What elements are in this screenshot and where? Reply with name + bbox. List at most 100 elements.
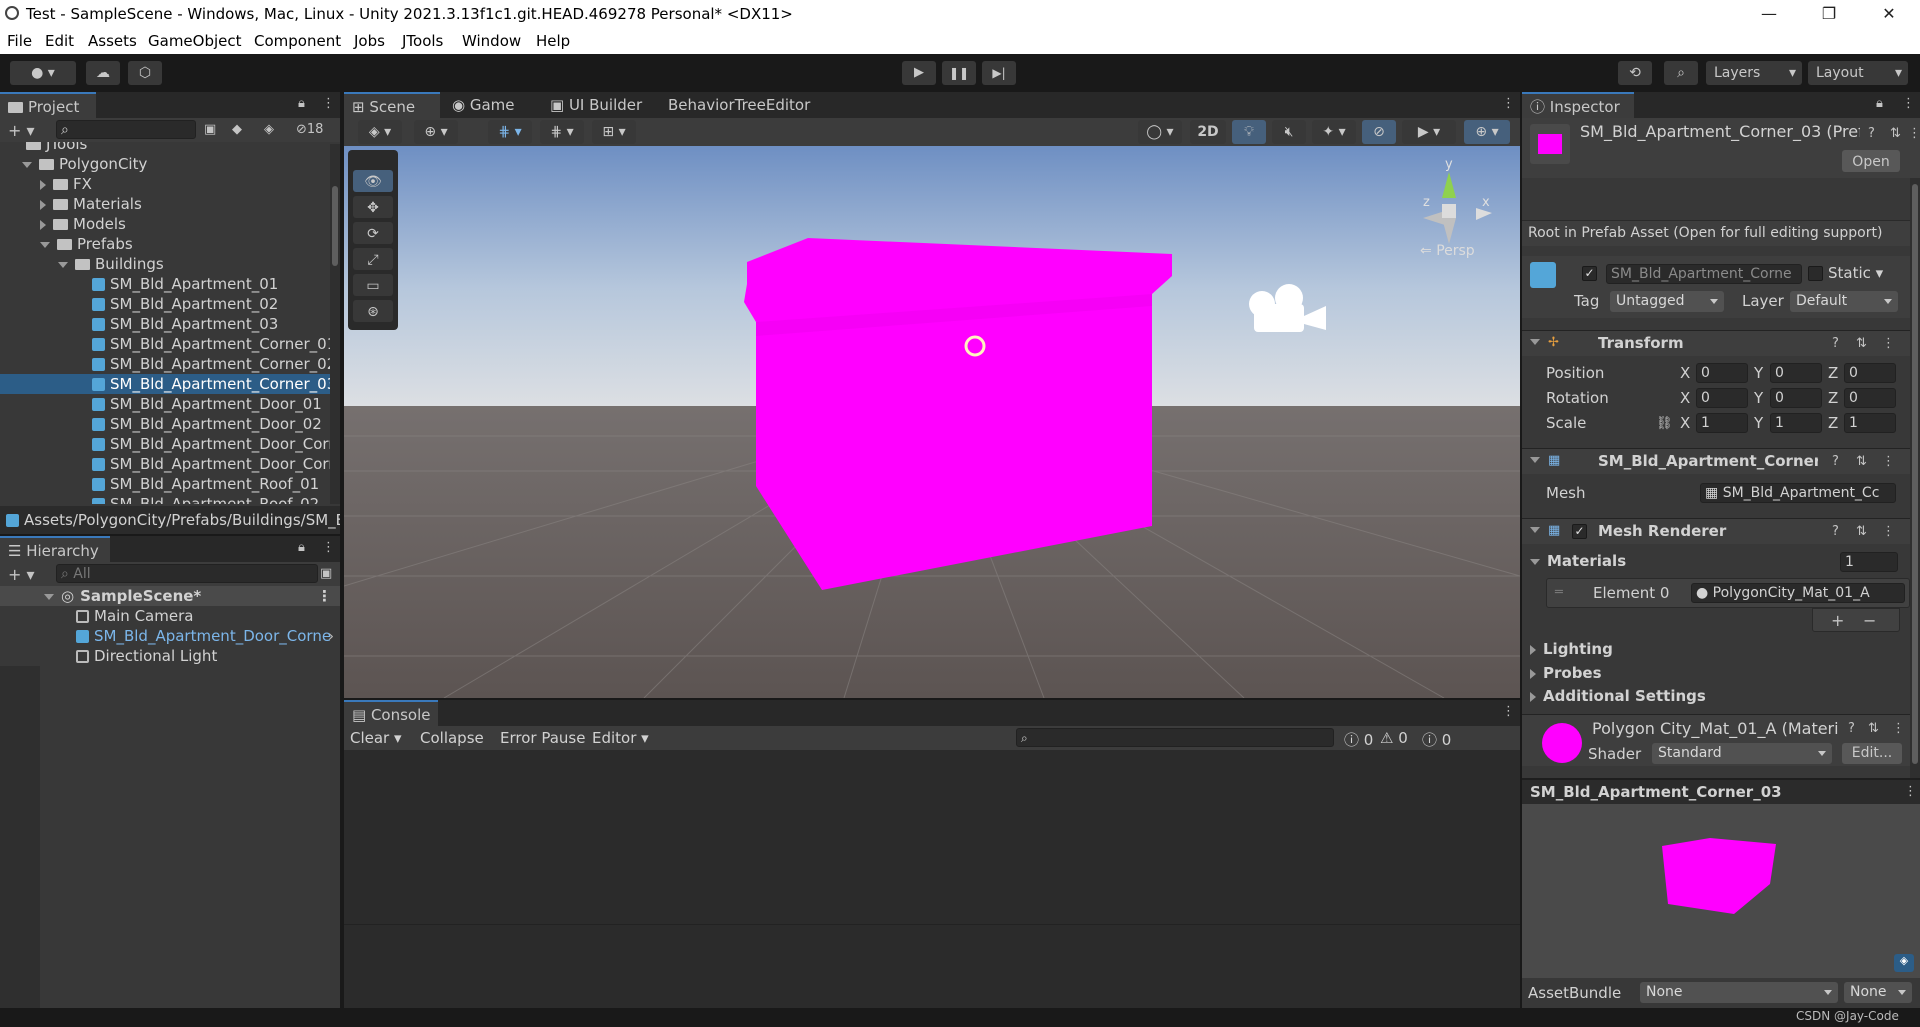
mesh-field[interactable]: ▦ SM_Bld_Apartment_Cc xyxy=(1700,483,1896,503)
2d-toggle[interactable]: 2D xyxy=(1190,120,1226,144)
menu-jtools[interactable]: JTools xyxy=(402,32,443,50)
rect-tool-icon[interactable]: ▭ xyxy=(353,274,393,296)
menu-gameobject[interactable]: GameObject xyxy=(148,32,242,50)
help-icon[interactable]: ? xyxy=(1868,126,1875,141)
hierarchy-item[interactable]: SM_Bld_Apartment_Door_Corne › xyxy=(76,626,340,646)
tree-item[interactable]: Materials xyxy=(40,194,142,214)
prefab-list-item[interactable]: SM_Bld_Apartment_01 xyxy=(0,274,330,294)
active-checkbox[interactable]: ✓ xyxy=(1582,266,1597,281)
menu-edit[interactable]: Edit xyxy=(45,32,74,50)
lighting-foldout[interactable]: Lighting xyxy=(1530,640,1613,658)
prefab-list-item[interactable]: SM_Bld_Apartment_Roof_02 xyxy=(0,494,330,504)
static-checkbox[interactable] xyxy=(1808,266,1823,281)
edit-shader-button[interactable]: Edit... xyxy=(1842,743,1902,764)
log-count-button[interactable]: ⓘ 0 xyxy=(1344,729,1373,750)
prefab-list-item[interactable]: SM_Bld_Apartment_Corner_02 xyxy=(0,354,330,374)
inspector-scrollbar[interactable] xyxy=(1910,178,1920,778)
tab-game[interactable]: ◉ Game xyxy=(444,92,523,118)
tab-scene[interactable]: ⊞ Scene xyxy=(344,92,440,118)
scene-root-row[interactable]: ◎ SampleScene* ⋮ xyxy=(0,586,340,606)
project-scrollbar[interactable] xyxy=(330,144,340,504)
drag-handle-icon[interactable]: ═ xyxy=(1555,585,1563,600)
more-icon[interactable]: ⋮ xyxy=(322,96,335,111)
material-field[interactable]: ● PolygonCity_Mat_01_A xyxy=(1691,583,1905,603)
layers-dropdown[interactable]: Layers ▾ xyxy=(1706,61,1802,85)
tag-icon[interactable]: ◈ xyxy=(264,122,274,137)
move-tool-icon[interactable]: ✥ xyxy=(353,196,393,218)
open-button[interactable]: Open xyxy=(1842,150,1900,172)
pause-button[interactable]: ❚❚ xyxy=(942,61,976,85)
assetbundle-dropdown[interactable]: None xyxy=(1640,982,1838,1003)
global-toggle[interactable]: ⊕ ▾ xyxy=(414,120,458,144)
view-tool-icon[interactable]: 👁︎ xyxy=(353,170,393,192)
menu-assets[interactable]: Assets xyxy=(88,32,137,50)
scale-y-field[interactable]: 1 xyxy=(1770,413,1822,433)
console-search-input[interactable]: ⌕ xyxy=(1016,728,1334,747)
account-button[interactable]: ● ▾ xyxy=(10,61,76,85)
transform-tool-icon[interactable]: ⊛ xyxy=(353,300,393,322)
scene-viewport[interactable]: y x z ⇐ Persp 👁︎ ✥ ⟳ ⤢ ▭ ⊛ xyxy=(344,146,1520,698)
project-search-input[interactable]: ⌕ xyxy=(56,120,196,139)
layout-dropdown[interactable]: Layout ▾ xyxy=(1808,61,1908,85)
warning-count-button[interactable]: ⚠ 0 xyxy=(1380,729,1408,747)
layer-dropdown[interactable]: Default xyxy=(1790,291,1898,312)
preview-header[interactable]: SM_Bld_Apartment_Corner_03 ⋮ xyxy=(1522,778,1920,804)
tab-ui-builder[interactable]: ▣ UI Builder xyxy=(542,92,650,118)
hierarchy-item[interactable]: Directional Light xyxy=(76,646,217,666)
menu-window[interactable]: Window xyxy=(462,32,521,50)
more-icon[interactable]: ⋮ xyxy=(1892,721,1905,736)
hierarchy-search-input[interactable]: ⌕ All xyxy=(56,564,318,583)
mesh-filter-header[interactable]: ▦ SM_Bld_Apartment_Corner_0: ? ⇅ ⋮ xyxy=(1522,448,1920,474)
collab-icon[interactable]: ⬡ xyxy=(128,61,162,85)
scroll-thumb[interactable] xyxy=(332,186,338,266)
tree-item[interactable]: FX xyxy=(40,174,92,194)
prefab-list-item[interactable]: SM_Bld_Apartment_Roof_01 xyxy=(0,474,330,494)
help-icon[interactable]: ? xyxy=(1848,721,1855,736)
static-dropdown[interactable]: Static ▾ xyxy=(1828,264,1883,282)
lighting-toggle-icon[interactable]: 💡︎ xyxy=(1232,120,1266,144)
prefab-list-item[interactable]: SM_Bld_Apartment_02 xyxy=(0,294,330,314)
more-icon[interactable]: ⋮ xyxy=(1882,524,1895,539)
tab-behaviortreeeditor[interactable]: BehaviorTreeEditor xyxy=(660,92,818,118)
more-icon[interactable]: ⋮ xyxy=(1908,126,1920,141)
cloud-icon[interactable]: ☁ xyxy=(86,61,120,85)
clear-button[interactable]: Clear ▾ xyxy=(350,729,402,747)
lock-icon[interactable]: 🔒︎ xyxy=(298,540,305,555)
tree-item[interactable]: Prefabs xyxy=(40,234,133,254)
settings-icon[interactable]: ⇅ xyxy=(1890,126,1901,141)
preset-icon[interactable]: ⇅ xyxy=(1856,454,1867,469)
position-y-field[interactable]: 0 xyxy=(1770,363,1822,383)
hidden-objects-icon[interactable]: ⊘ xyxy=(1362,120,1396,144)
preset-icon[interactable]: ⇅ xyxy=(1856,336,1867,351)
step-button[interactable]: ▶| xyxy=(982,61,1016,85)
shading-mode-dropdown[interactable]: ◯ ▾ xyxy=(1138,120,1182,144)
add-element-button[interactable]: + xyxy=(1831,611,1844,630)
assetbundle-variant-dropdown[interactable]: None xyxy=(1844,982,1912,1003)
menu-jobs[interactable]: Jobs xyxy=(354,32,385,50)
position-x-field[interactable]: 0 xyxy=(1696,363,1748,383)
menu-help[interactable]: Help xyxy=(536,32,570,50)
collapse-button[interactable]: Collapse xyxy=(420,729,484,747)
preview-area[interactable]: ◈ xyxy=(1522,804,1920,978)
help-icon[interactable]: ? xyxy=(1832,454,1839,469)
tag-dropdown[interactable]: Untagged xyxy=(1610,291,1724,312)
scale-x-field[interactable]: 1 xyxy=(1696,413,1748,433)
scale-z-field[interactable]: 1 xyxy=(1844,413,1896,433)
shader-dropdown[interactable]: Standard xyxy=(1652,743,1832,764)
more-icon[interactable]: ⋮ xyxy=(1904,784,1917,799)
prefab-list-item[interactable]: SM_Bld_Apartment_Door_Corn xyxy=(0,434,330,454)
rotation-y-field[interactable]: 0 xyxy=(1770,388,1822,408)
tab-console[interactable]: ▤ Console xyxy=(344,700,438,726)
prefab-list-item[interactable]: SM_Bld_Apartment_Door_02 xyxy=(0,414,330,434)
error-pause-button[interactable]: Error Pause xyxy=(500,729,585,747)
rotation-z-field[interactable]: 0 xyxy=(1844,388,1896,408)
additional-settings-foldout[interactable]: Additional Settings xyxy=(1530,687,1706,705)
filter-label-icon[interactable]: ◆ xyxy=(232,122,242,137)
search-icon[interactable]: ⌕ xyxy=(1664,61,1698,85)
menu-component[interactable]: Component xyxy=(254,32,341,50)
lock-icon[interactable]: 🔒︎ xyxy=(1876,96,1883,111)
more-icon[interactable]: ⋮ xyxy=(1882,336,1895,351)
draw-mode-dropdown[interactable]: ◈ ▾ xyxy=(358,120,402,144)
tab-hierarchy[interactable]: ☰ Hierarchy xyxy=(0,536,110,562)
increment-snap-button[interactable]: ⋕ ▾ xyxy=(540,120,584,144)
